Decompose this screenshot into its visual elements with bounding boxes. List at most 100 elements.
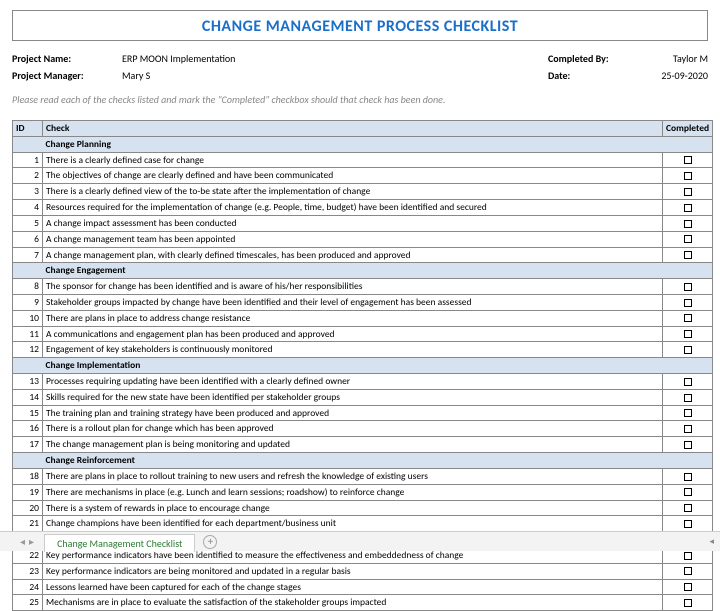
tab-nav-next-icon[interactable]: ▸: [29, 535, 34, 548]
completed-checkbox[interactable]: [684, 330, 692, 338]
row-check-text: The change management plan is being moni…: [43, 437, 663, 453]
row-completed-cell: [663, 310, 713, 326]
horizontal-scroll-left-icon[interactable]: ◂: [709, 536, 714, 547]
table-row: 18There are plans in place to rollout tr…: [13, 468, 713, 484]
completed-checkbox[interactable]: [684, 441, 692, 449]
row-id: 11: [13, 326, 43, 342]
completed-checkbox[interactable]: [684, 299, 692, 307]
project-name-value: ERP MOON Implementation: [122, 51, 322, 66]
row-check-text: A change impact assessment has been cond…: [43, 215, 663, 231]
row-check-text: A communications and engagement plan has…: [43, 326, 663, 342]
row-completed-cell: [663, 247, 713, 263]
completed-checkbox[interactable]: [684, 188, 692, 196]
row-completed-cell: [663, 152, 713, 168]
project-manager-value: Mary S: [122, 68, 322, 83]
row-id: 19: [13, 484, 43, 500]
meta-row-1: Project Name: ERP MOON Implementation Co…: [12, 51, 708, 66]
row-check-text: Skills required for the new state have b…: [43, 389, 663, 405]
col-check-header: Check: [43, 121, 663, 137]
completed-checkbox[interactable]: [684, 378, 692, 386]
row-id: 7: [13, 247, 43, 263]
row-check-text: The objectives of change are clearly def…: [43, 168, 663, 184]
table-row: 17The change management plan is being mo…: [13, 437, 713, 453]
completed-checkbox[interactable]: [684, 552, 692, 560]
row-check-text: There is a clearly defined case for chan…: [43, 152, 663, 168]
row-id: 15: [13, 405, 43, 421]
completed-by-value: Taylor M: [638, 51, 708, 66]
row-id: 6: [13, 231, 43, 247]
row-check-text: Processes requiring updating have been i…: [43, 374, 663, 390]
row-completed-cell: [663, 563, 713, 579]
section-header: Change Reinforcement: [13, 453, 713, 469]
table-row: 2The objectives of change are clearly de…: [13, 168, 713, 184]
section-id-cell: [13, 263, 43, 279]
table-row: 6A change management team has been appoi…: [13, 231, 713, 247]
completed-checkbox[interactable]: [684, 520, 692, 528]
completed-checkbox[interactable]: [684, 220, 692, 228]
row-completed-cell: [663, 184, 713, 200]
row-id: 25: [13, 595, 43, 611]
completed-checkbox[interactable]: [684, 204, 692, 212]
row-completed-cell: [663, 389, 713, 405]
row-check-text: Stakeholder groups impacted by change ha…: [43, 294, 663, 310]
completed-checkbox[interactable]: [684, 394, 692, 402]
table-row: 16There is a rollout plan for change whi…: [13, 421, 713, 437]
completed-checkbox[interactable]: [684, 251, 692, 259]
row-completed-cell: [663, 595, 713, 611]
sheet-tab-active[interactable]: Change Management Checklist: [44, 534, 195, 552]
completed-checkbox[interactable]: [684, 583, 692, 591]
completed-checkbox[interactable]: [684, 172, 692, 180]
row-id: 9: [13, 294, 43, 310]
table-row: 21Change champions have been identified …: [13, 516, 713, 532]
completed-checkbox[interactable]: [684, 156, 692, 164]
row-id: 3: [13, 184, 43, 200]
add-sheet-button[interactable]: +: [203, 535, 217, 549]
table-row: 14Skills required for the new state have…: [13, 389, 713, 405]
row-check-text: The sponsor for change has been identifi…: [43, 279, 663, 295]
row-id: 16: [13, 421, 43, 437]
row-check-text: Engagement of key stakeholders is contin…: [43, 342, 663, 358]
row-completed-cell: [663, 421, 713, 437]
completed-checkbox[interactable]: [684, 488, 692, 496]
table-row: 25Mechanisms are in place to evaluate th…: [13, 595, 713, 611]
table-row: 1There is a clearly defined case for cha…: [13, 152, 713, 168]
completed-checkbox[interactable]: [684, 235, 692, 243]
row-check-text: There are plans in place to address chan…: [43, 310, 663, 326]
completed-checkbox[interactable]: [684, 599, 692, 607]
date-value: 25-09-2020: [638, 68, 708, 83]
completed-checkbox[interactable]: [684, 473, 692, 481]
completed-checkbox[interactable]: [684, 567, 692, 575]
completed-checkbox[interactable]: [684, 314, 692, 322]
completed-by-label: Completed By:: [548, 51, 638, 66]
table-row: 24Lessons learned have been captured for…: [13, 579, 713, 595]
completed-checkbox[interactable]: [684, 425, 692, 433]
row-completed-cell: [663, 200, 713, 216]
row-id: 13: [13, 374, 43, 390]
row-id: 10: [13, 310, 43, 326]
page-title: CHANGE MANAGEMENT PROCESS CHECKLIST: [13, 17, 707, 36]
table-row: 4Resources required for the implementati…: [13, 200, 713, 216]
table-row: 19There are mechanisms in place (e.g. Lu…: [13, 484, 713, 500]
row-id: 12: [13, 342, 43, 358]
table-row: 20There is a system of rewards in place …: [13, 500, 713, 516]
completed-checkbox[interactable]: [684, 409, 692, 417]
row-id: 4: [13, 200, 43, 216]
completed-checkbox[interactable]: [684, 504, 692, 512]
table-row: 5A change impact assessment has been con…: [13, 215, 713, 231]
completed-checkbox[interactable]: [684, 283, 692, 291]
table-row: 3There is a clearly defined view of the …: [13, 184, 713, 200]
table-row: 11A communications and engagement plan h…: [13, 326, 713, 342]
row-id: 20: [13, 500, 43, 516]
row-check-text: Mechanisms are in place to evaluate the …: [43, 595, 663, 611]
row-id: 17: [13, 437, 43, 453]
row-completed-cell: [663, 437, 713, 453]
row-id: 21: [13, 516, 43, 532]
row-completed-cell: [663, 405, 713, 421]
sheet-tab-bar: ◂ ▸ Change Management Checklist + ◂: [0, 531, 720, 551]
row-completed-cell: [663, 279, 713, 295]
row-completed-cell: [663, 294, 713, 310]
tab-nav-prev-icon[interactable]: ◂: [20, 535, 25, 548]
row-id: 5: [13, 215, 43, 231]
row-id: 23: [13, 563, 43, 579]
completed-checkbox[interactable]: [684, 346, 692, 354]
